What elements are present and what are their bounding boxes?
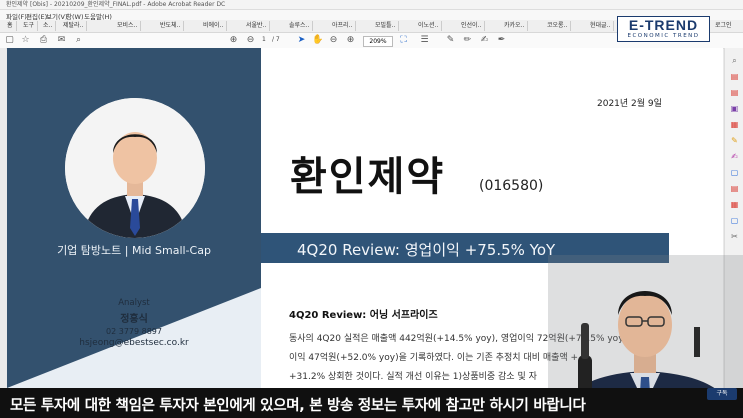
cover-left-panel: 기업 탐방노트 | Mid Small-Cap Analyst 정홍식 02 3…	[7, 48, 261, 388]
analyst-role: Analyst	[118, 298, 150, 308]
tab-doc[interactable]: 소..	[40, 21, 57, 31]
window-titlebar: 환인제약 [Obis] - 20210209_환인제약_FINAL.pdf - …	[0, 0, 743, 10]
subscribe-badge[interactable]: 구독	[707, 388, 737, 400]
cover-caption: 기업 탐방노트 | Mid Small-Cap	[57, 244, 211, 257]
mail-icon[interactable]: ✉	[56, 35, 67, 46]
tab-doc[interactable]: 솔루스..	[286, 21, 314, 31]
review-title: 4Q20 Review: 영업이익 +75.5% YoY	[297, 241, 556, 259]
hand-icon[interactable]: ✋	[312, 35, 323, 46]
channel-logo-tagline: ECONOMIC TREND	[627, 33, 700, 39]
body-line: +31.2% 상회한 것이다. 실적 개선 이유는 1)상품비중 감소 및 자	[289, 372, 537, 382]
create-icon[interactable]: ▢	[4, 35, 15, 46]
tab-doc[interactable]: 반도체..	[157, 21, 185, 31]
tab-doc[interactable]: 코오롱..	[544, 21, 572, 31]
tab-doc[interactable]: 현대글..	[587, 21, 615, 31]
tab-doc[interactable]: 제탈라..	[60, 21, 88, 31]
search-icon[interactable]: ⌕	[729, 56, 740, 66]
analyst-info: Analyst 정홍식 02 3779 8897 hsjeong@ebestse…	[7, 298, 261, 348]
tab-doc[interactable]: 서울반..	[243, 21, 271, 31]
tab-doc[interactable]: 모비스..	[114, 21, 142, 31]
scroll-mode-icon[interactable]: ☰	[419, 35, 430, 46]
analyst-email: hsjeong@ebestsec.co.kr	[79, 338, 189, 348]
protect-icon[interactable]: ▤	[729, 184, 740, 194]
fill-sign-icon[interactable]: ✍	[729, 152, 740, 162]
tab-doc[interactable]: 아프리..	[329, 21, 357, 31]
tab-doc[interactable]: 비에이..	[200, 21, 228, 31]
edit-pdf-icon[interactable]: ▣	[729, 104, 740, 114]
report-date: 2021년 2월 9일	[597, 99, 662, 109]
tab-doc[interactable]: 인선이..	[458, 21, 486, 31]
page-total: / 7	[272, 36, 280, 43]
print-icon[interactable]: ⎙	[38, 35, 49, 46]
stock-code: (016580)	[479, 178, 544, 194]
highlight-icon[interactable]: ✏	[462, 35, 473, 46]
tab-home[interactable]: 홈	[4, 21, 17, 31]
channel-logo-name: E-TREND	[628, 17, 699, 33]
analyst-phone: 02 3779 8897	[106, 327, 162, 336]
zoom-in-icon[interactable]: ⊕	[345, 35, 356, 46]
share-icon[interactable]: ▢	[729, 216, 740, 226]
zoom-select[interactable]: 209%	[363, 36, 393, 47]
body-line: 이익 47억원(+52.0% yoy)을 기록하였다. 이는 기존 추정치 대비…	[289, 353, 579, 363]
channel-logo: E-TREND ECONOMIC TREND	[617, 16, 710, 42]
page-current[interactable]: 1	[262, 36, 266, 43]
tab-doc[interactable]: 카카오..	[501, 21, 529, 31]
company-name: 환인제약	[290, 154, 446, 200]
left-nav-strip	[0, 48, 6, 388]
disclaimer-text: 모든 투자에 대한 책임은 투자자 본인에게 있으며, 본 방송 정보는 투자에…	[10, 398, 586, 414]
create-pdf-icon[interactable]: ▤	[729, 88, 740, 98]
tab-doc[interactable]: 이노션..	[415, 21, 443, 31]
search-icon[interactable]: ⌕	[73, 35, 84, 46]
comment-icon[interactable]: ✎	[729, 136, 740, 146]
export-pdf-icon[interactable]: ▤	[729, 72, 740, 82]
page-down-icon[interactable]: ⊖	[245, 35, 256, 46]
analyst-name: 정홍식	[120, 314, 148, 325]
window-title: 환인제약 [Obis] - 20210209_환인제약_FINAL.pdf - …	[6, 1, 226, 8]
organize-icon[interactable]: ▦	[729, 200, 740, 210]
sign-icon[interactable]: ✒	[496, 35, 507, 46]
tab-doc[interactable]: 모빌틀..	[372, 21, 400, 31]
combine-icon[interactable]: ▦	[729, 120, 740, 130]
zoom-out-icon[interactable]: ⊖	[328, 35, 339, 46]
draw-icon[interactable]: ✍	[479, 35, 490, 46]
fit-page-icon[interactable]: ⛶	[398, 35, 409, 46]
disclaimer-subtitle: 모든 투자에 대한 책임은 투자자 본인에게 있으며, 본 방송 정보는 투자에…	[0, 388, 743, 418]
star-icon[interactable]: ☆	[20, 35, 31, 46]
section-heading: 4Q20 Review: 어닝 서프라이즈	[289, 310, 438, 321]
login-link[interactable]: 로그인	[712, 21, 735, 31]
comment-icon[interactable]: ✎	[445, 35, 456, 46]
tab-tools[interactable]: 도구	[20, 21, 39, 31]
person-photo-icon	[65, 98, 205, 238]
more-tools-icon[interactable]: ✂	[729, 232, 740, 242]
send-icon[interactable]: ▢	[729, 168, 740, 178]
analyst-photo	[65, 98, 205, 238]
cursor-icon[interactable]: ➤	[296, 35, 307, 46]
page-up-icon[interactable]: ⊕	[228, 35, 239, 46]
